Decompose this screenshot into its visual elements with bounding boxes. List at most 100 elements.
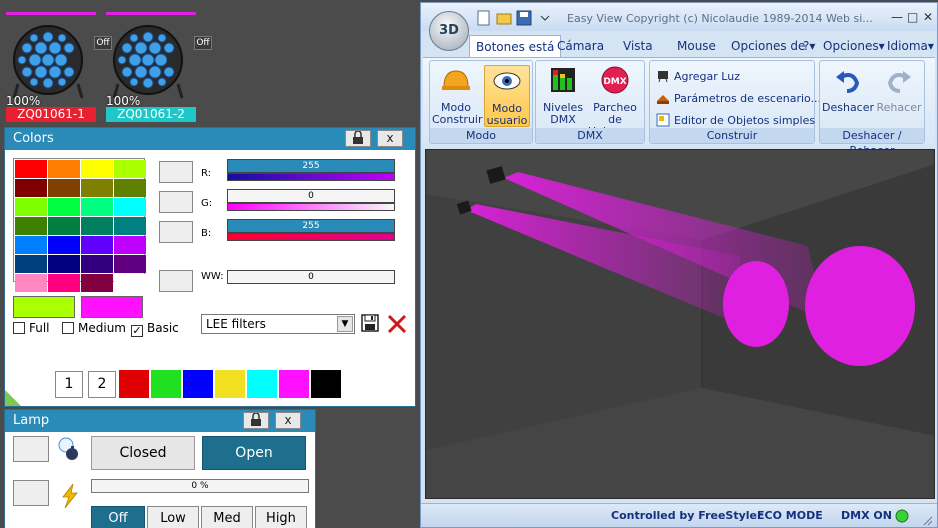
blue-swatch-button[interactable] [159,221,193,243]
red-x-icon[interactable] [387,314,407,334]
color-cell-8[interactable] [15,198,47,216]
b-slider[interactable]: 255 [227,219,395,233]
color-cell-0[interactable] [15,160,47,178]
primary-color-swatch[interactable] [13,296,75,318]
editor-objetos-button[interactable]: Editor de Objetos simples [656,113,815,127]
medium-checkbox[interactable]: Medium [62,321,126,335]
resize-grip-icon[interactable] [921,514,933,526]
tab-mouse[interactable]: Mouse [677,39,716,53]
color-cell-11[interactable] [114,198,146,216]
minimize-button[interactable]: — [891,10,903,24]
color-cell-21[interactable] [48,255,80,273]
color-cell-15[interactable] [114,217,146,235]
modo-construir-button[interactable]: Modo Construir [432,65,483,127]
secondary-color-swatch[interactable] [81,296,143,318]
color-cell-23[interactable] [114,255,146,273]
parametros-button[interactable]: Parámetros de escenario... [656,91,821,105]
shutter-state-box[interactable] [13,436,49,462]
palette-swatch-red[interactable] [119,370,149,398]
color-cell-24[interactable] [15,274,47,292]
filter-dropdown[interactable]: LEE filters ▼ [201,314,355,334]
color-cell-5[interactable] [48,179,80,197]
chevron-down-icon[interactable]: ▼ [337,316,353,332]
tab-camara[interactable]: Cámara [557,39,604,53]
palette-swatch-blue[interactable] [183,370,213,398]
stage-scene[interactable] [426,150,935,499]
deshacer-button[interactable]: Deshacer [822,65,874,127]
color-cell-10[interactable] [81,198,113,216]
parcheo-button[interactable]: DMX Parcheo de Universos [586,65,644,138]
color-cell-16[interactable] [15,236,47,254]
check-icon[interactable]: ✓ [131,325,143,337]
resize-grip-icon[interactable] [5,386,25,406]
color-cell-2[interactable] [81,160,113,178]
floppy-icon[interactable] [361,314,379,332]
ww-swatch-button[interactable] [159,270,193,292]
tab-vista[interactable]: Vista [623,39,653,53]
color-cell-19[interactable] [114,236,146,254]
b-track[interactable] [227,233,395,241]
niveles-dmx-button[interactable]: Niveles DMX [540,65,586,127]
modo-usuario-button[interactable]: Modo usuario [484,65,530,127]
agregar-luz-button[interactable]: Agregar Luz [656,69,740,83]
color-cell-18[interactable] [81,236,113,254]
color-cell-1[interactable] [48,160,80,178]
palette-swatch-cyan[interactable] [247,370,277,398]
palette-swatch-yellow[interactable] [215,370,245,398]
dimmer-state-box[interactable] [13,480,49,506]
maximize-button[interactable]: □ [907,10,918,24]
fixture-2[interactable]: Off 100% ZQ01061-2 [106,10,212,122]
level-low-button[interactable]: Low [147,506,199,528]
color-cell-9[interactable] [48,198,80,216]
full-checkbox[interactable]: Full [13,321,50,335]
red-swatch-button[interactable] [159,161,193,183]
eco-mode-text[interactable]: ECO MODE [757,509,823,522]
open-button[interactable]: Open [202,436,306,470]
r-track[interactable] [227,173,395,181]
tab-botones[interactable]: Botones está [469,35,562,57]
color-cell-20[interactable] [15,255,47,273]
color-cell-3[interactable] [114,160,146,178]
palette-swatch-black[interactable] [311,370,341,398]
lock-icon[interactable] [243,412,269,429]
color-cell-7[interactable] [114,179,146,197]
ww-slider[interactable]: 0 [227,270,395,284]
level-high-button[interactable]: High [255,506,307,528]
level-med-button[interactable]: Med [201,506,253,528]
color-cell-4[interactable] [15,179,47,197]
color-cell-14[interactable] [81,217,113,235]
g-track[interactable] [227,203,395,211]
tab-opciones-de[interactable]: Opciones de [731,39,805,53]
checkbox-box[interactable] [62,322,74,334]
lock-icon[interactable] [345,130,371,147]
palette-swatch-magenta[interactable] [279,370,309,398]
close-button[interactable]: x [377,130,403,147]
dmx-on-text[interactable]: DMX ON [841,509,892,522]
color-cell-26[interactable] [81,274,113,292]
color-cell-12[interactable] [15,217,47,235]
color-cell-13[interactable] [48,217,80,235]
idioma-menu[interactable]: Idioma▾ [887,39,934,53]
dimmer-slider[interactable]: 0 % [91,479,309,493]
color-cell-25[interactable] [48,274,80,292]
rehacer-button[interactable]: Rehacer [874,65,924,127]
color-cell-6[interactable] [81,179,113,197]
g-slider[interactable]: 0 [227,189,395,203]
palette-2-button[interactable]: 2 [88,371,116,398]
quick-access-toolbar[interactable] [477,10,557,26]
3d-viewport[interactable] [425,149,935,499]
closed-button[interactable]: Closed [91,436,195,470]
green-swatch-button[interactable] [159,191,193,213]
palette-1-button[interactable]: 1 [55,371,83,398]
level-off-button[interactable]: Off [91,506,145,528]
close-button[interactable]: x [275,412,301,429]
help-menu[interactable]: ?▾ [803,39,815,53]
color-cell-27[interactable] [114,274,146,292]
close-window-button[interactable]: ✕ [923,10,933,24]
fixture-1[interactable]: Off 100% ZQ01061-1 [6,10,112,122]
checkbox-box[interactable] [13,322,25,334]
color-cell-17[interactable] [48,236,80,254]
palette-swatch-green[interactable] [151,370,181,398]
color-cell-22[interactable] [81,255,113,273]
opciones-menu[interactable]: Opciones▾ [823,39,885,53]
